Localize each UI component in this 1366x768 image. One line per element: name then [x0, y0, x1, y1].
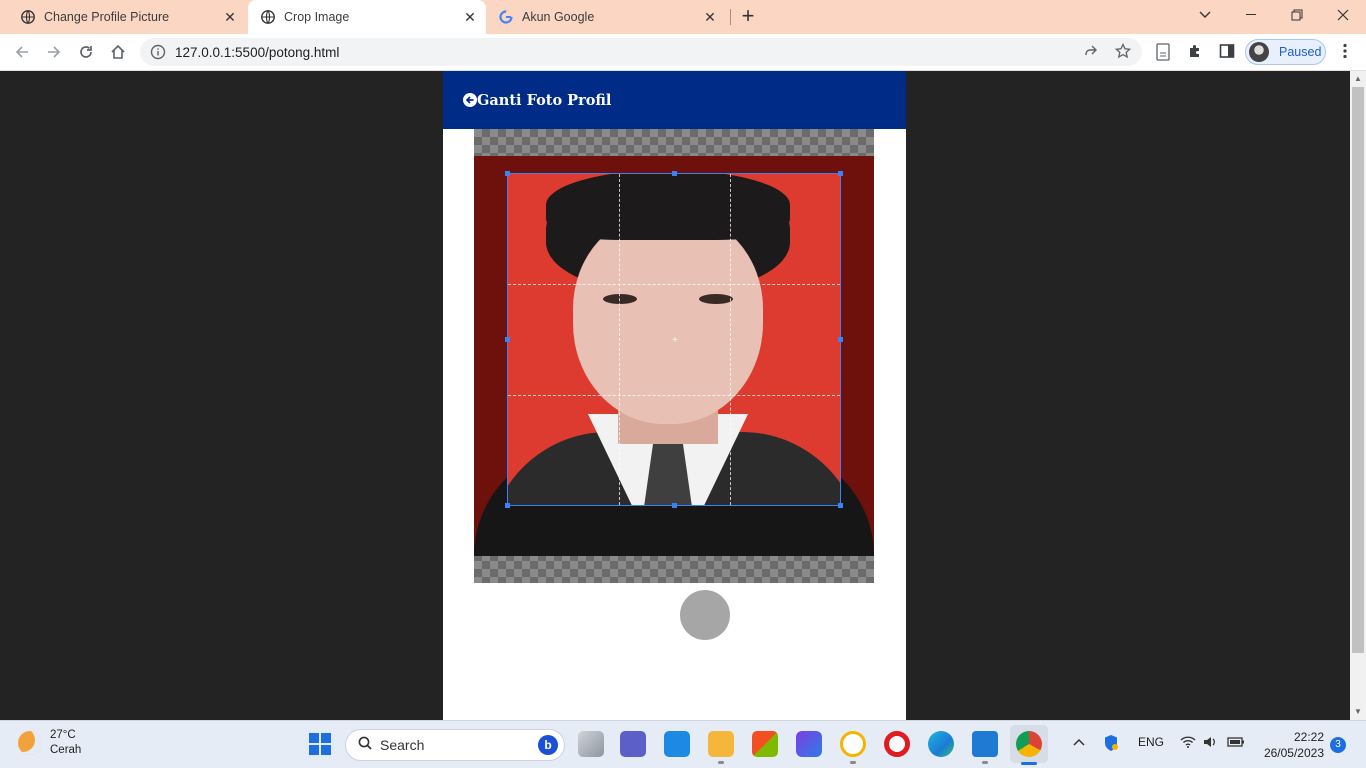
back-circle-arrow-icon[interactable]	[463, 93, 477, 107]
chrome-icon[interactable]	[1016, 731, 1042, 757]
close-tab-icon[interactable]: ✕	[222, 9, 238, 25]
photo-eyes	[603, 294, 733, 306]
file-explorer-icon[interactable]	[708, 731, 734, 757]
extensions-puzzle-icon[interactable]	[1186, 43, 1204, 61]
restore-button[interactable]	[1274, 0, 1320, 30]
scroll-up-arrow-icon[interactable]: ▲	[1353, 74, 1363, 84]
url-text: 127.0.0.1:5500/potong.html	[175, 45, 340, 60]
search-label: Search	[380, 737, 425, 753]
clock-date: 26/05/2023	[1263, 746, 1324, 760]
active-indicator	[1021, 762, 1037, 765]
notification-badge[interactable]: 3	[1330, 737, 1346, 753]
windows-taskbar: 27°C Cerah Search b ENG 22:22 26/05/2023…	[0, 720, 1366, 768]
close-window-button[interactable]	[1320, 0, 1366, 30]
crop-handle-n[interactable]	[672, 171, 677, 176]
weather-description: Cerah	[50, 744, 82, 756]
tab-crop-image[interactable]: Crop Image ✕	[248, 0, 486, 34]
mail-icon[interactable]	[664, 731, 690, 757]
battery-icon[interactable]	[1227, 736, 1245, 751]
side-panel-icon[interactable]	[1218, 43, 1236, 61]
crop-guide-line	[508, 395, 840, 396]
site-info-icon[interactable]	[150, 44, 166, 60]
search-icon	[358, 736, 372, 754]
crop-handle-sw[interactable]	[505, 503, 510, 508]
tab-change-profile-picture[interactable]: Change Profile Picture ✕	[0, 0, 246, 34]
show-hidden-icons-chevron-icon[interactable]	[1073, 735, 1085, 749]
security-shield-icon[interactable]	[1103, 734, 1119, 755]
crop-canvas[interactable]: +	[474, 129, 874, 640]
minimize-button[interactable]	[1228, 0, 1274, 30]
scrollbar-thumb[interactable]	[1352, 87, 1364, 653]
crop-handle-s[interactable]	[672, 503, 677, 508]
tab-separator	[730, 9, 731, 25]
tab-title: Crop Image	[284, 10, 350, 24]
edge-icon[interactable]	[928, 731, 954, 757]
wifi-icon[interactable]	[1180, 736, 1196, 751]
home-icon[interactable]	[106, 40, 130, 64]
page-header: Ganti Foto Profil	[443, 71, 906, 129]
running-indicator	[718, 761, 724, 764]
copilot-app-icon[interactable]	[796, 731, 822, 757]
globe-icon	[20, 9, 36, 25]
page-scrollbar[interactable]: ▲ ▼	[1350, 71, 1366, 720]
tab-strip: Change Profile Picture ✕ Crop Image ✕ Ak…	[0, 0, 1366, 34]
crop-guide-line	[730, 174, 731, 505]
taskbar-search[interactable]: Search b	[345, 729, 565, 761]
profile-button[interactable]: Paused	[1245, 39, 1326, 65]
weather-widget[interactable]: 27°C Cerah	[18, 728, 81, 758]
photo-face	[573, 214, 763, 424]
microsoft-store-icon[interactable]	[752, 731, 778, 757]
opera-icon[interactable]	[884, 731, 910, 757]
reload-icon[interactable]	[74, 40, 98, 64]
tab-title: Akun Google	[522, 10, 595, 24]
crop-handle-w[interactable]	[505, 337, 510, 342]
language-indicator[interactable]: ENG	[1138, 735, 1164, 749]
profile-status: Paused	[1279, 45, 1322, 59]
running-indicator	[850, 761, 856, 764]
volume-icon[interactable]	[1203, 736, 1217, 751]
close-tab-icon[interactable]: ✕	[702, 9, 718, 25]
crop-handle-nw[interactable]	[505, 171, 510, 176]
system-clock[interactable]: 22:22 26/05/2023	[1260, 729, 1324, 761]
crop-guide-line	[619, 174, 620, 505]
windows-start-icon[interactable]	[309, 733, 331, 755]
page-viewport: Ganti Foto Profil +	[0, 71, 1350, 720]
bing-icon[interactable]: b	[538, 735, 558, 755]
crop-handle-se[interactable]	[838, 503, 843, 508]
chrome-beta-icon[interactable]	[840, 731, 866, 757]
vscode-icon[interactable]	[972, 731, 998, 757]
clock-time: 22:22	[1293, 730, 1324, 744]
crop-selection-box[interactable]: +	[507, 173, 841, 506]
close-tab-icon[interactable]: ✕	[462, 9, 478, 25]
browser-toolbar: 127.0.0.1:5500/potong.html Paused	[0, 34, 1366, 71]
crop-card: Ganti Foto Profil +	[443, 71, 906, 720]
crop-handle-e[interactable]	[838, 337, 843, 342]
weather-temperature: 27°C	[50, 729, 76, 741]
crop-center-icon: +	[672, 335, 678, 346]
globe-icon	[260, 9, 276, 25]
tab-title: Change Profile Picture	[44, 10, 170, 24]
moon-weather-icon	[18, 731, 42, 755]
kebab-menu-icon[interactable]	[1336, 43, 1354, 61]
page-title: Ganti Foto Profil	[477, 91, 612, 109]
tab-akun-google[interactable]: Akun Google ✕	[488, 0, 726, 34]
tab-search-chevron-icon[interactable]	[1182, 0, 1228, 30]
scroll-down-arrow-icon[interactable]: ▼	[1353, 707, 1363, 717]
bookmark-star-icon[interactable]	[1114, 42, 1132, 61]
teams-chat-icon[interactable]	[620, 731, 646, 757]
crop-confirm-button[interactable]	[680, 590, 730, 640]
running-indicator	[982, 761, 988, 764]
address-bar[interactable]: 127.0.0.1:5500/potong.html	[140, 38, 1142, 66]
avatar	[1249, 42, 1269, 62]
crop-guide-line	[508, 284, 840, 285]
back-arrow-icon[interactable]	[10, 40, 34, 64]
task-view-icon[interactable]	[578, 731, 604, 757]
google-icon	[498, 9, 514, 25]
crop-handle-ne[interactable]	[838, 171, 843, 176]
forward-arrow-icon[interactable]	[42, 40, 66, 64]
share-icon[interactable]	[1082, 43, 1100, 61]
new-tab-button[interactable]: +	[736, 5, 760, 29]
reading-mode-icon[interactable]	[1154, 43, 1172, 61]
photo-hair-top	[546, 174, 790, 240]
